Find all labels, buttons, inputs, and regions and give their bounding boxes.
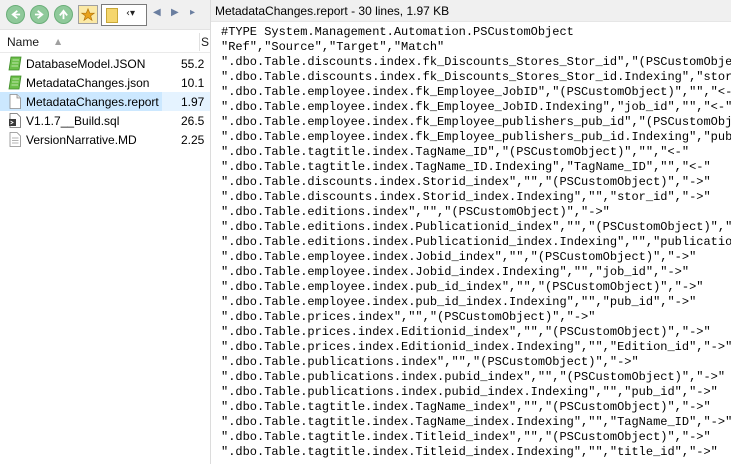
code-line: ".dbo.Table.discounts.index.Storid_index… — [221, 190, 711, 204]
green-json-icon — [8, 75, 22, 90]
code-line: ".dbo.Table.tagtitle.index.Titleid_index… — [221, 430, 711, 444]
column-header-name[interactable]: Name — [7, 35, 39, 49]
code-line: ".dbo.Table.publications.index.pubid_ind… — [221, 370, 726, 384]
navigation-toolbar: ‹▾ ◀ ▶ ▸ — [0, 0, 210, 30]
code-line: ".dbo.Table.tagtitle.index.TagName_ID","… — [221, 145, 690, 159]
code-line: ".dbo.Table.tagtitle.index.TagName_index… — [221, 415, 731, 429]
file-size: 26.5 — [181, 114, 205, 128]
code-line: ".dbo.Table.employee.index.Jobid_index",… — [221, 250, 697, 264]
code-line: "Ref","Source","Target","Match" — [221, 40, 445, 54]
back-arrow-icon[interactable] — [6, 5, 25, 24]
file-size: 55.2 — [181, 57, 205, 71]
file-name: MetadataChanges.report — [26, 95, 159, 109]
up-arrow-icon[interactable] — [54, 5, 73, 24]
code-line: ".dbo.Table.discounts.index.fk_Discounts… — [221, 70, 731, 84]
scroll-left-icon[interactable]: ◀ — [153, 7, 161, 18]
preview-title-bar: MetadataChanges.report - 30 lines, 1.97 … — [211, 0, 731, 22]
code-line: ".dbo.Table.editions.index.Publicationid… — [221, 220, 731, 234]
file-browser-pane: ‹▾ ◀ ▶ ▸ Name ▲ S DatabaseModel.JSON 55.… — [0, 0, 210, 464]
code-line: ".dbo.Table.employee.index.fk_Employee_J… — [221, 100, 731, 114]
code-line: ".dbo.Table.employee.index.pub_id_index"… — [221, 280, 704, 294]
code-line: #TYPE System.Management.Automation.PSCus… — [221, 25, 574, 39]
code-line: ".dbo.Table.tagtitle.index.Titleid_index… — [221, 445, 718, 459]
preview-content[interactable]: #TYPE System.Management.Automation.PSCus… — [211, 22, 731, 464]
preview-pane: MetadataChanges.report - 30 lines, 1.97 … — [211, 0, 731, 464]
file-name: V1.1.7__Build.sql — [26, 114, 120, 128]
code-line: ".dbo.Table.prices.index.Editionid_index… — [221, 325, 711, 339]
chevron-down-icon[interactable]: ‹▾ — [126, 8, 135, 19]
list-item[interactable]: DatabaseModel.JSON 55.2 — [0, 54, 210, 73]
list-item[interactable]: MetadataChanges.report 1.97 — [0, 92, 210, 111]
code-line: ".dbo.Table.employee.index.fk_Employee_p… — [221, 130, 731, 144]
scroll-right-icon[interactable]: ▶ — [171, 7, 179, 18]
code-line: ".dbo.Table.employee.index.fk_Employee_p… — [221, 115, 731, 129]
code-line: ".dbo.Table.discounts.index.Storid_index… — [221, 175, 711, 189]
file-size: 2.25 — [181, 133, 205, 147]
code-line: ".dbo.Table.employee.index.pub_id_index.… — [221, 295, 697, 309]
folder-star-icon[interactable] — [78, 5, 98, 24]
file-list: DatabaseModel.JSON 55.2 MetadataChanges.… — [0, 54, 210, 149]
file-name: VersionNarrative.MD — [26, 133, 137, 147]
code-line: ".dbo.Table.prices.index.Editionid_index… — [221, 340, 731, 354]
file-list-header: Name ▲ S — [0, 31, 210, 53]
code-line: ".dbo.Table.publications.index.pubid_ind… — [221, 385, 718, 399]
sort-ascending-icon: ▲ — [55, 37, 62, 46]
list-item[interactable]: V1.1.7__Build.sql 26.5 — [0, 111, 210, 130]
address-bar[interactable]: ‹▾ — [101, 4, 147, 26]
file-name: MetadataChanges.json — [26, 76, 150, 90]
code-line: ".dbo.Table.prices.index","","(PSCustomO… — [221, 310, 596, 324]
file-size: 10.1 — [181, 76, 205, 90]
code-line: ".dbo.Table.discounts.index.fk_Discounts… — [221, 55, 731, 69]
code-line: ".dbo.Table.employee.index.fk_Employee_J… — [221, 85, 731, 99]
expand-icon[interactable]: ▸ — [190, 7, 195, 18]
code-line: ".dbo.Table.publications.index","","(PSC… — [221, 355, 639, 369]
file-name: DatabaseModel.JSON — [26, 57, 146, 71]
column-header-size[interactable]: S — [201, 35, 209, 49]
code-line: ".dbo.Table.employee.index.Jobid_index.I… — [221, 265, 690, 279]
list-item[interactable]: MetadataChanges.json 10.1 — [0, 73, 210, 92]
blank-document-icon — [9, 94, 21, 109]
file-size: 1.97 — [181, 95, 205, 109]
preview-title: MetadataChanges.report - 30 lines, 1.97 … — [215, 4, 450, 18]
code-line: ".dbo.Table.tagtitle.index.TagName_index… — [221, 400, 711, 414]
list-item[interactable]: VersionNarrative.MD 2.25 — [0, 130, 210, 149]
text-document-icon — [9, 132, 21, 147]
column-divider[interactable] — [199, 33, 200, 51]
forward-arrow-icon[interactable] — [30, 5, 49, 24]
code-line: ".dbo.Table.editions.index.Publicationid… — [221, 235, 731, 249]
green-json-icon — [8, 56, 22, 71]
sql-script-icon — [9, 113, 21, 128]
document-icon — [106, 8, 118, 23]
code-line: ".dbo.Table.tagtitle.index.TagName_ID.In… — [221, 160, 711, 174]
code-line: ".dbo.Table.editions.index","","(PSCusto… — [221, 205, 610, 219]
